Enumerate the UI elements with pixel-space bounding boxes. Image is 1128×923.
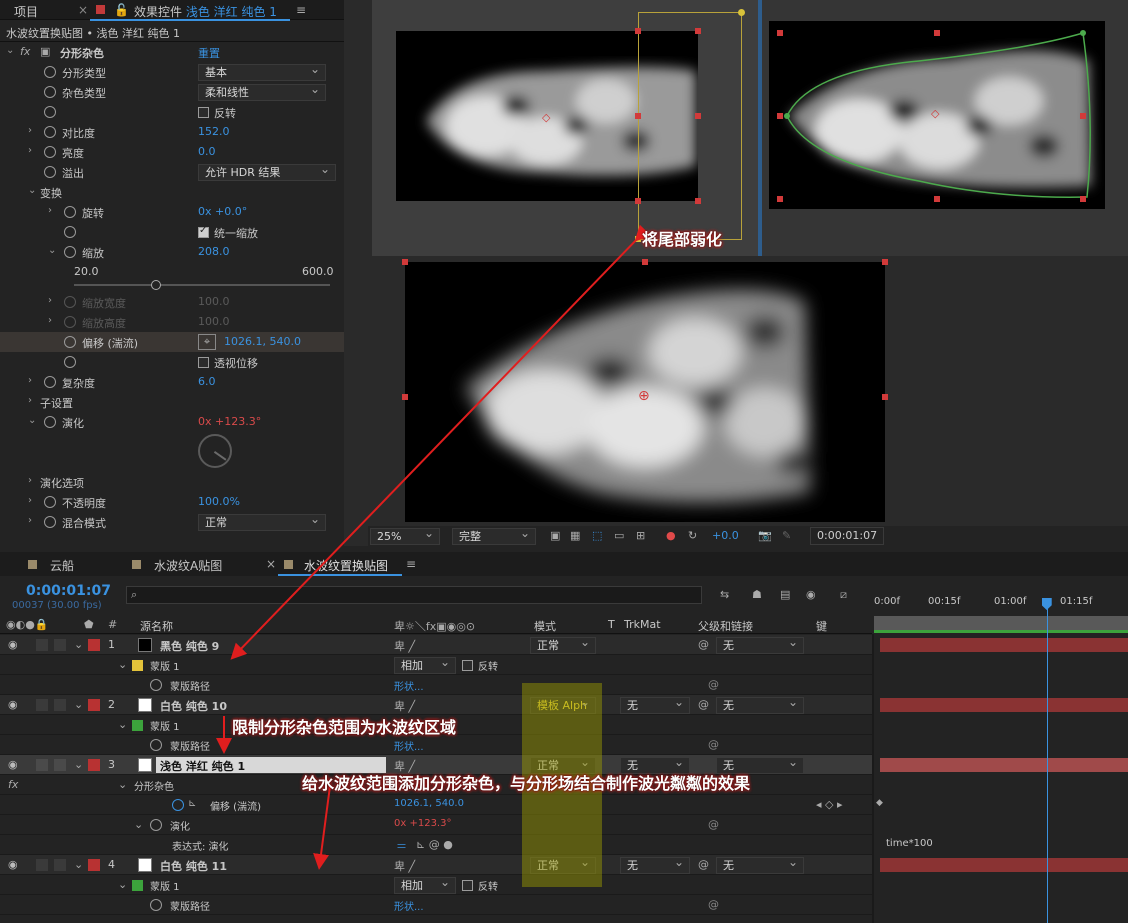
annotation-limit-range: 限制分形杂色范围为水波纹区域 <box>232 718 457 737</box>
annotation-add-noise: 给水波纹范围添加分形杂色，与分形场结合制作波光粼粼的效果 <box>302 774 751 793</box>
annotation-weaken-tail: 将尾部弱化 <box>642 230 723 249</box>
